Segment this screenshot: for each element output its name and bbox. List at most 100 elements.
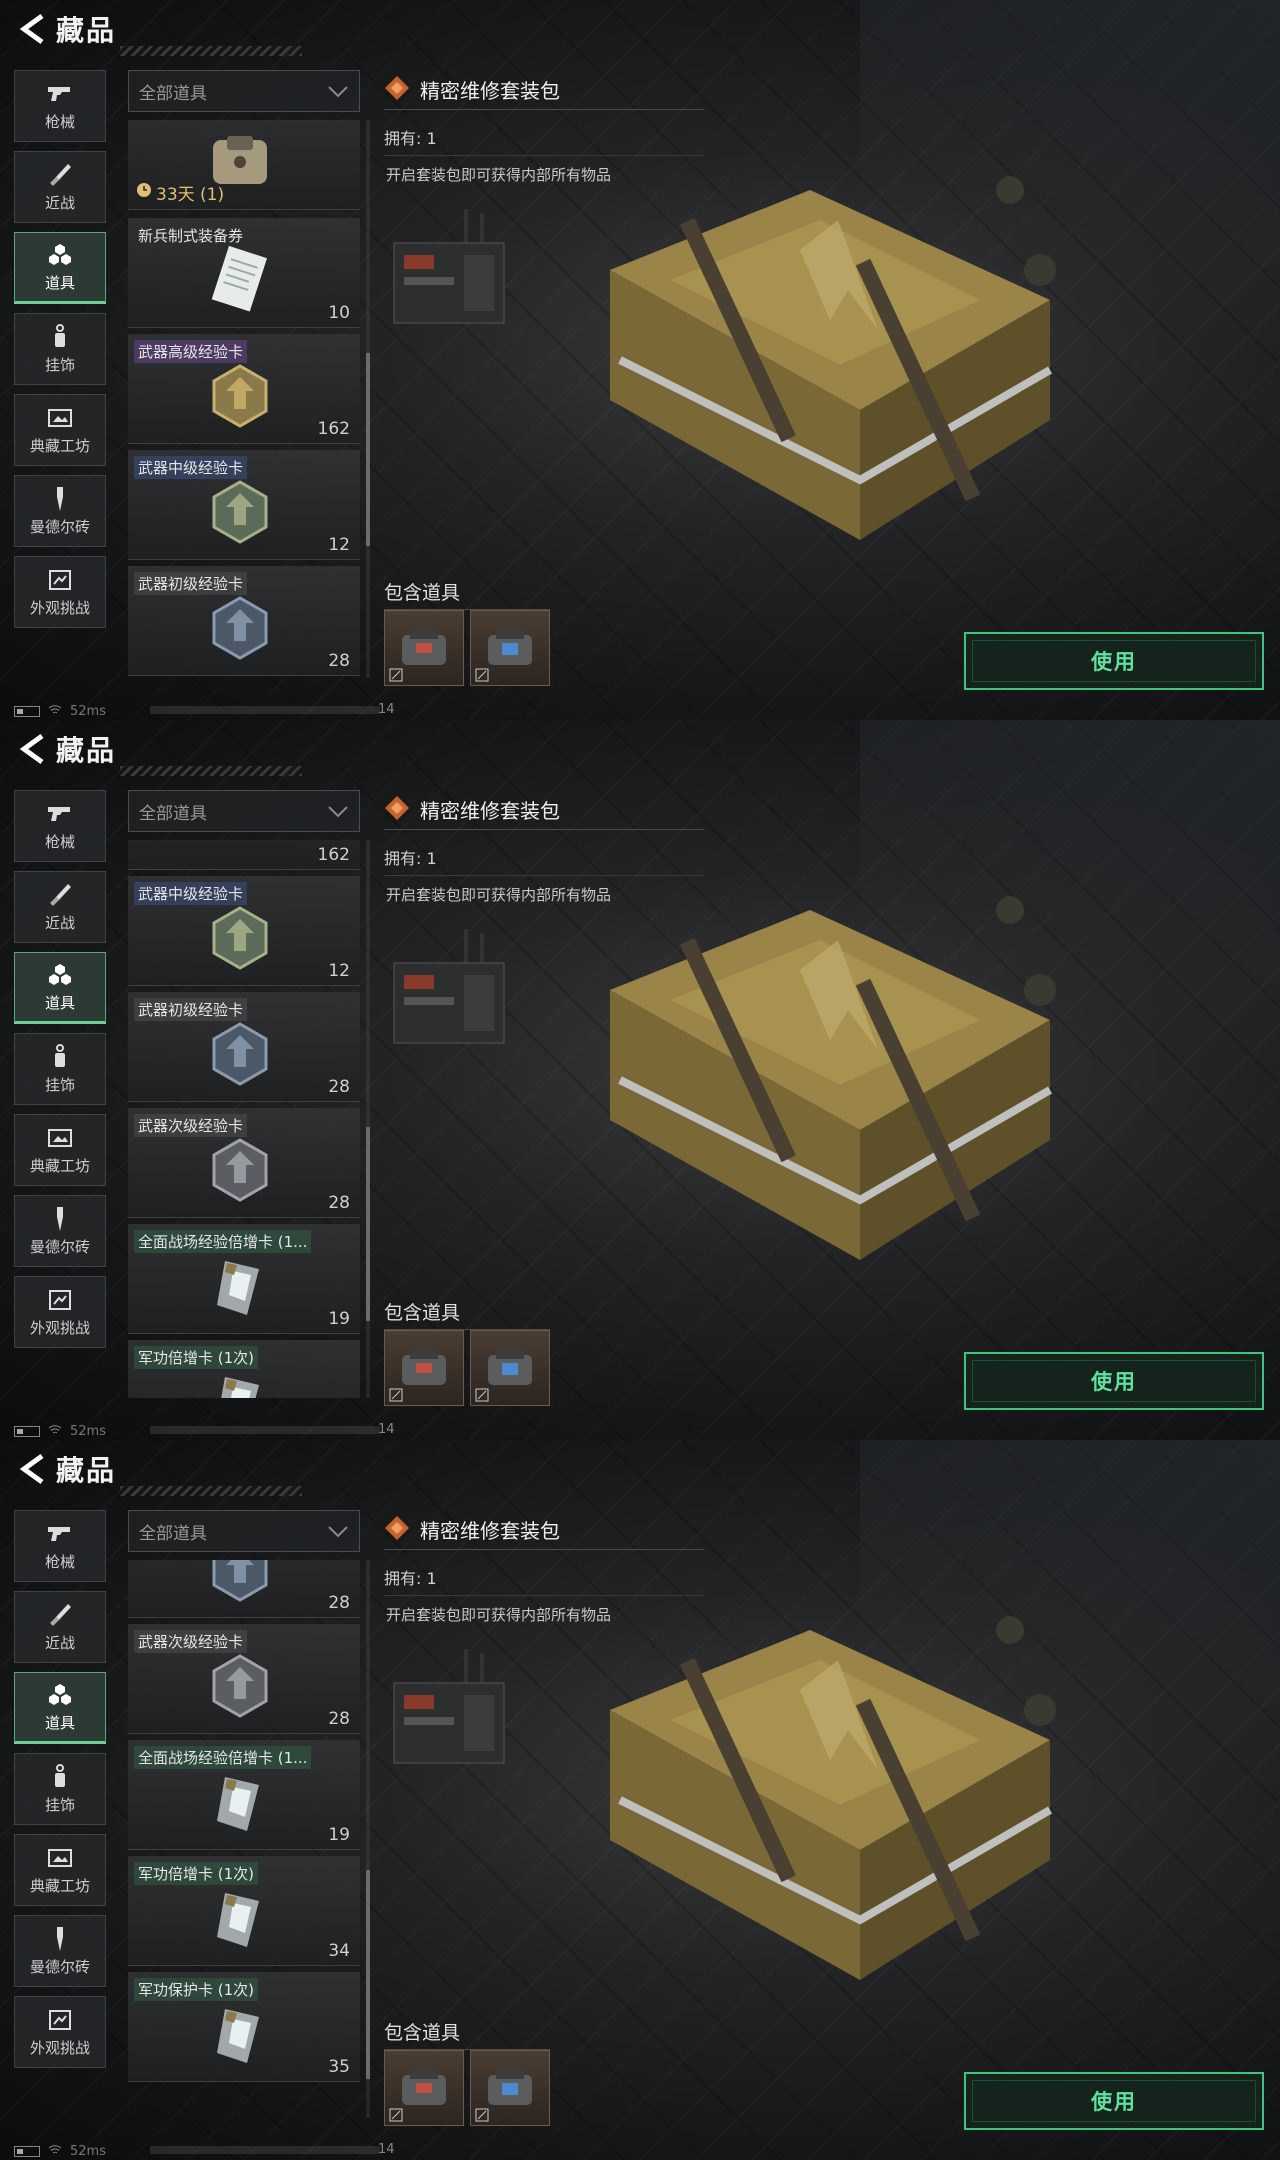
category-nav: 枪械近战道具挂饰典藏工坊曼德尔砖外观挑战 — [14, 1510, 106, 2077]
item-count: 28 — [328, 651, 350, 671]
screen-frame-1: 藏品枪械近战道具挂饰典藏工坊曼德尔砖外观挑战 全部道具 33天 (1) 新兵制式装备券… — [0, 0, 1280, 720]
item-image — [204, 1766, 276, 1838]
nav-item-4[interactable]: 典藏工坊 — [14, 1114, 106, 1186]
filter-dropdown[interactable]: 全部道具 — [128, 70, 360, 112]
nav-label: 挂饰 — [44, 1795, 75, 1814]
nav-item-2[interactable]: 道具 — [14, 232, 106, 304]
nav-item-5[interactable]: 曼德尔砖 — [14, 475, 106, 547]
item-card[interactable]: 军功倍增卡 (1次) — [128, 1340, 360, 1398]
scrollbar[interactable] — [366, 1870, 370, 2080]
header-stripes — [120, 766, 302, 776]
item-card[interactable]: 武器次级经验卡 28 — [128, 1624, 360, 1734]
nav-item-0[interactable]: 枪械 — [14, 70, 106, 142]
nav-item-6[interactable]: 外观挑战 — [14, 1996, 106, 2068]
battery-icon — [14, 1425, 40, 1437]
nav-item-1[interactable]: 近战 — [14, 1591, 106, 1663]
ping-text: 52ms — [70, 703, 106, 719]
use-button[interactable]: 使用 — [964, 2072, 1264, 2130]
nav-item-3[interactable]: 挂饰 — [14, 313, 106, 385]
item-list: 162 武器中级经验卡 12 武器初级经验卡 28 武器次级经验卡 28 全面战场经验倍增卡 … — [128, 840, 360, 1398]
item-card[interactable]: 武器初级经验卡 28 — [128, 566, 360, 676]
progress-track — [150, 1426, 380, 1434]
item-card[interactable]: 162 — [128, 840, 360, 870]
nav-item-4[interactable]: 典藏工坊 — [14, 1834, 106, 1906]
filter-dropdown[interactable]: 全部道具 — [128, 1510, 360, 1552]
item-card[interactable]: 武器高级经验卡 162 — [128, 334, 360, 444]
wifi-icon — [48, 2144, 62, 2159]
nav-item-1[interactable]: 近战 — [14, 151, 106, 223]
included-items — [384, 610, 550, 686]
nav-label: 枪械 — [44, 832, 75, 851]
header: 藏品 — [0, 720, 310, 778]
nav-label: 道具 — [44, 993, 75, 1012]
included-item-1[interactable] — [384, 1330, 464, 1406]
page-number: 14 — [378, 2142, 395, 2157]
item-description: 开启套装包即可获得内部所有物品 — [386, 886, 612, 904]
rarity-diamond-icon — [384, 1515, 410, 1545]
item-count: 28 — [328, 1593, 350, 1613]
knife-icon — [46, 162, 74, 188]
nav-item-4[interactable]: 典藏工坊 — [14, 394, 106, 466]
item-count: 28 — [328, 1709, 350, 1729]
item-card[interactable]: 武器中级经验卡 12 — [128, 876, 360, 986]
item-count: 28 — [328, 1077, 350, 1097]
challenge-icon — [46, 2007, 74, 2033]
item-card[interactable]: 军功保护卡 (1次) 35 — [128, 1972, 360, 2082]
nav-item-3[interactable]: 挂饰 — [14, 1753, 106, 1825]
item-card[interactable]: 军功倍增卡 (1次) 34 — [128, 1856, 360, 1966]
owned-count: 拥有: 1 — [384, 125, 704, 156]
item-card[interactable]: 武器中级经验卡 12 — [128, 450, 360, 560]
item-card[interactable]: 武器初级经验卡 28 — [128, 992, 360, 1102]
item-image — [204, 476, 276, 548]
nav-label: 枪械 — [44, 112, 75, 131]
item-card[interactable]: 武器次级经验卡 28 — [128, 1108, 360, 1218]
included-item-2[interactable] — [470, 1330, 550, 1406]
nav-item-2[interactable]: 道具 — [14, 952, 106, 1024]
items-icon — [46, 962, 74, 988]
header: 藏品 — [0, 1440, 310, 1498]
detail-title-text: 精密维修套装包 — [420, 1519, 560, 1543]
workshop-icon — [46, 405, 74, 431]
item-image — [204, 1018, 276, 1090]
item-image — [204, 1134, 276, 1206]
included-item-2[interactable] — [470, 2050, 550, 2126]
item-image — [204, 1560, 276, 1606]
radio-device-image — [386, 205, 510, 335]
nav-item-2[interactable]: 道具 — [14, 1672, 106, 1744]
nav-item-0[interactable]: 枪械 — [14, 1510, 106, 1582]
use-button-label: 使用 — [1091, 1370, 1137, 1394]
back-arrow-icon[interactable] — [12, 728, 54, 770]
item-count: 10 — [328, 303, 350, 323]
item-preview-image — [580, 150, 1080, 550]
item-description: 开启套装包即可获得内部所有物品 — [386, 1606, 612, 1624]
back-arrow-icon[interactable] — [12, 1448, 54, 1490]
use-button[interactable]: 使用 — [964, 1352, 1264, 1410]
nav-item-0[interactable]: 枪械 — [14, 790, 106, 862]
included-item-2[interactable] — [470, 610, 550, 686]
rarity-diamond-icon — [384, 795, 410, 825]
item-card[interactable]: 新兵制式装备券 10 — [128, 218, 360, 328]
challenge-icon — [46, 1287, 74, 1313]
brick-icon — [46, 486, 74, 512]
page-number: 14 — [378, 1422, 395, 1437]
nav-item-3[interactable]: 挂饰 — [14, 1033, 106, 1105]
scrollbar[interactable] — [366, 1126, 370, 1321]
filter-dropdown[interactable]: 全部道具 — [128, 790, 360, 832]
included-item-1[interactable] — [384, 610, 464, 686]
included-item-1[interactable] — [384, 2050, 464, 2126]
nav-item-5[interactable]: 曼德尔砖 — [14, 1915, 106, 1987]
nav-item-1[interactable]: 近战 — [14, 871, 106, 943]
scrollbar[interactable] — [366, 352, 370, 547]
back-arrow-icon[interactable] — [12, 8, 54, 50]
item-card[interactable]: 28 — [128, 1560, 360, 1618]
item-card[interactable]: 33天 (1) — [128, 120, 360, 210]
nav-label: 外观挑战 — [29, 2038, 90, 2057]
nav-item-6[interactable]: 外观挑战 — [14, 556, 106, 628]
nav-label: 外观挑战 — [29, 1318, 90, 1337]
header: 藏品 — [0, 0, 310, 58]
item-card[interactable]: 全面战场经验倍增卡 (1... 19 — [128, 1224, 360, 1334]
nav-item-6[interactable]: 外观挑战 — [14, 1276, 106, 1348]
nav-item-5[interactable]: 曼德尔砖 — [14, 1195, 106, 1267]
use-button[interactable]: 使用 — [964, 632, 1264, 690]
item-card[interactable]: 全面战场经验倍增卡 (1... 19 — [128, 1740, 360, 1850]
